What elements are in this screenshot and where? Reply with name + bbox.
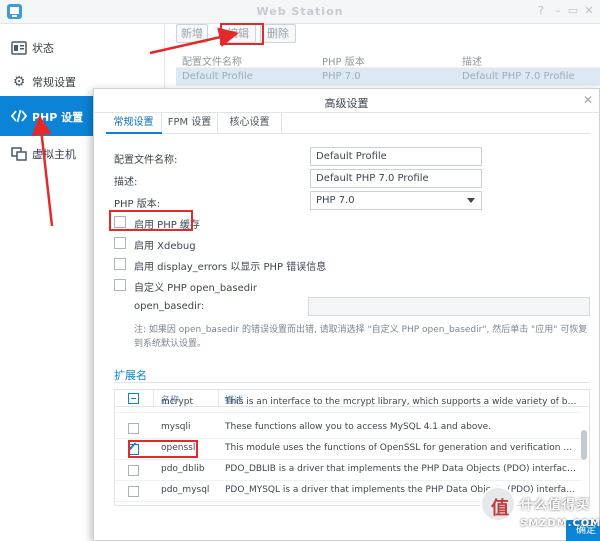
status-icon	[11, 40, 27, 56]
table-cell: Default PHP 7.0 Profile	[462, 71, 575, 82]
table-header: 配置文件名称 PHP 版本 描述	[176, 50, 600, 68]
enable-xdebug-checkbox[interactable]	[114, 237, 126, 249]
sidebar-item-label: 常规设置	[32, 76, 76, 89]
close-window-icon[interactable]: ✕	[582, 4, 596, 17]
extension-checkbox[interactable]	[128, 423, 139, 434]
window-title: Web Station	[256, 5, 344, 18]
table-row[interactable]: mysqli These functions allow you to acce…	[115, 418, 581, 439]
extension-description: This module uses the functions of OpenSS…	[225, 443, 577, 453]
extension-description: These functions allow you to access MySQ…	[225, 422, 492, 432]
watermark-text: 什么值得买	[520, 498, 591, 513]
tab-fpm-settings[interactable]: FPM 设置	[162, 113, 218, 133]
column-header[interactable]: 描述	[462, 53, 482, 68]
table-row[interactable]: mcrypt This is an interface to the mcryp…	[115, 397, 581, 413]
custom-open-basedir-checkbox[interactable]	[114, 279, 126, 291]
extension-description: PDO_DBLIB is a driver that implements th…	[225, 464, 577, 474]
php-version-label: PHP 版本:	[114, 199, 161, 210]
highlight-php-cache	[109, 210, 193, 231]
extension-description: This is an interface to the mcrypt libra…	[225, 397, 577, 407]
scrollbar-thumb[interactable]	[581, 430, 587, 460]
extension-checkbox[interactable]	[128, 486, 139, 497]
table-row[interactable]: Default Profile PHP 7.0 Default PHP 7.0 …	[176, 68, 600, 86]
sidebar-item-label: 状态	[32, 42, 54, 55]
custom-open-basedir-label: 自定义 PHP open_basedir	[134, 283, 257, 294]
php-version-value: PHP 7.0	[316, 195, 355, 206]
profile-name-label: 配置文件名称:	[114, 155, 178, 166]
maximize-icon[interactable]: ▭	[566, 4, 580, 17]
divider	[106, 133, 590, 134]
open-basedir-label: open_basedir:	[134, 301, 205, 312]
title-bar: Web Station ? – ▭ ✕	[0, 0, 600, 24]
extension-name: mcrypt	[161, 397, 193, 407]
extension-checkbox[interactable]	[128, 465, 139, 476]
tab-general-settings[interactable]: 常规设置	[106, 113, 162, 133]
extension-name: pdo_dblib	[161, 464, 205, 474]
description-input[interactable]: Default PHP 7.0 Profile	[310, 169, 482, 188]
dialog-header: 高级设置 ✕	[94, 89, 599, 113]
help-icon[interactable]: ?	[534, 4, 548, 17]
table-cell: PHP 7.0	[322, 71, 361, 82]
minimize-icon[interactable]: –	[551, 4, 565, 17]
gear-icon: ⚙	[12, 74, 26, 90]
open-basedir-note: 注: 如果因 open_basedir 的错误设置而出错, 请取消选择 "自定义…	[134, 325, 588, 349]
extensions-section-title: 扩展名	[114, 369, 147, 382]
watermark-url: SMZDM.COM	[520, 518, 600, 529]
virtual-host-icon	[11, 146, 27, 162]
display-errors-checkbox[interactable]	[114, 258, 126, 270]
highlight-openssl	[128, 440, 198, 458]
watermark-logo-icon: 值	[480, 486, 516, 522]
sidebar-item-label: 虚拟主机	[32, 148, 76, 161]
open-basedir-input	[308, 297, 590, 316]
chevron-down-icon	[467, 198, 475, 203]
table-cell: Default Profile	[182, 71, 253, 82]
close-icon[interactable]: ✕	[583, 93, 593, 107]
extension-name: pdo_mysql	[161, 485, 210, 495]
highlight-edit-button	[220, 23, 264, 45]
display-errors-label: 启用 display_errors 以显示 PHP 错误信息	[134, 262, 327, 273]
dialog-title: 高级设置	[324, 97, 369, 110]
code-icon	[10, 108, 28, 124]
enable-xdebug-label: 启用 Xdebug	[134, 241, 196, 252]
sidebar-item-label: PHP 设置	[32, 111, 84, 124]
divider	[114, 382, 590, 383]
tab-core-settings[interactable]: 核心设置	[218, 113, 282, 133]
profile-name-input[interactable]: Default Profile	[310, 147, 482, 166]
table-row[interactable]: pdo_dblib PDO_DBLIB is a driver that imp…	[115, 460, 581, 481]
php-version-select[interactable]: PHP 7.0	[310, 191, 482, 210]
delete-button[interactable]: 删除	[260, 24, 296, 43]
description-label: 描述:	[114, 177, 138, 188]
column-header[interactable]: PHP 版本	[322, 53, 365, 68]
sidebar-item-status[interactable]: 状态	[0, 30, 165, 64]
watermark: 值 什么值得买 SMZDM.COM	[478, 482, 600, 541]
extension-name: mysqli	[161, 422, 191, 432]
column-header[interactable]: 配置文件名称	[182, 53, 242, 68]
advanced-settings-dialog: 高级设置 ✕ 常规设置 FPM 设置 核心设置 配置文件名称: Default …	[93, 88, 600, 541]
active-tab-indicator	[106, 132, 162, 134]
new-button[interactable]: 新增	[176, 24, 208, 43]
